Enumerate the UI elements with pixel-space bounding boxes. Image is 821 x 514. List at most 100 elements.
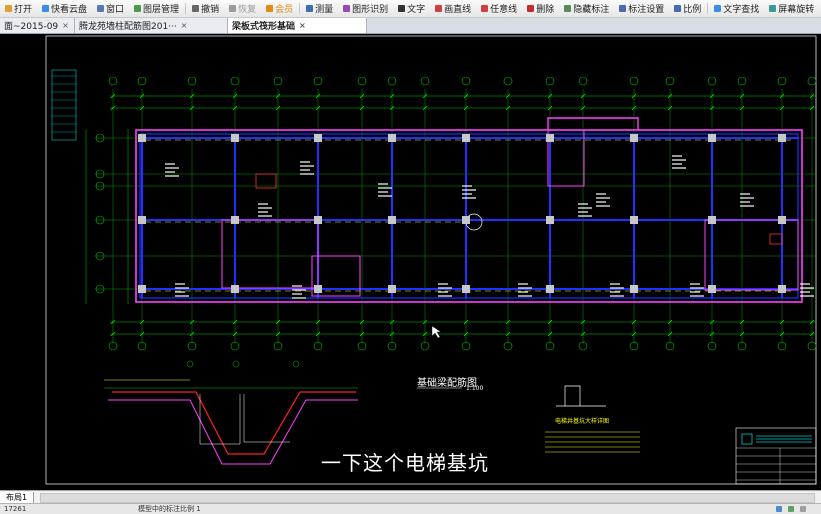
toolbar-button-7[interactable]: 测量: [301, 0, 338, 17]
close-icon[interactable]: ×: [62, 21, 69, 30]
toolbar-button-12[interactable]: 删除: [522, 0, 559, 17]
column: [138, 285, 146, 293]
toolbar-button-10[interactable]: 画直线: [430, 0, 476, 17]
toolbar-button-label: 标注设置: [628, 5, 665, 15]
column: [630, 216, 638, 224]
layers-icon: [134, 5, 142, 12]
toolbar-button-label: 隐藏标注: [573, 5, 610, 15]
tab-document-1[interactable]: 面~2015-09 ×: [0, 18, 75, 33]
axis-bubble: [665, 76, 675, 86]
grid-toggle-icon[interactable]: [776, 506, 782, 512]
shape-recognize-icon: [343, 5, 351, 12]
axis-bubble: [186, 360, 194, 368]
mouse-cursor-icon: [431, 325, 442, 339]
annotation-settings-icon: [619, 5, 627, 12]
column: [630, 285, 638, 293]
close-icon[interactable]: ×: [299, 21, 306, 30]
axis-bubble: [578, 76, 588, 86]
column: [138, 134, 146, 142]
axis-bubble: [420, 76, 430, 86]
toolbar-button-1[interactable]: 快看云盘: [37, 0, 92, 17]
tab-label: 梁板式筏形基础: [232, 22, 296, 32]
axis-bubble: [707, 76, 717, 86]
toolbar-button-0[interactable]: 打开: [0, 0, 37, 17]
column: [388, 216, 396, 224]
toolbar-button-label: 删除: [536, 5, 555, 15]
axis-bubble: [292, 360, 300, 368]
toolbar-button-14[interactable]: 标注设置: [614, 0, 669, 17]
document-tab-bar: 面~2015-09 × 腾龙苑墙柱配筋图201··· × 梁板式筏形基础 ×: [0, 18, 821, 34]
column: [388, 285, 396, 293]
redo-icon: [229, 5, 237, 12]
revision-table: [51, 69, 77, 141]
inner-wall: [704, 219, 799, 291]
hide-annotation-icon: [564, 5, 572, 12]
sheet-border: [45, 35, 817, 485]
toolbar-button-label: 文字: [407, 5, 426, 15]
column: [778, 134, 786, 142]
snap-toggle-icon[interactable]: [788, 506, 794, 512]
tab-label: 腾龙苑墙柱配筋图201···: [79, 22, 177, 32]
company-logo-icon: [741, 433, 753, 445]
drawing-canvas[interactable]: 基础梁配筋图 1:100 电梯井基坑大样详图: [0, 34, 821, 490]
line-icon: [435, 5, 443, 12]
settings-icon[interactable]: [800, 506, 806, 512]
column: [314, 134, 322, 142]
toolbar-button-17[interactable]: 屏幕旋转: [764, 0, 819, 17]
layout-tab[interactable]: 布局1: [0, 491, 35, 504]
toolbar-button-3[interactable]: 图层管理: [129, 0, 184, 17]
toolbar-button-label: 画直线: [444, 5, 472, 15]
rebar-detail: [199, 394, 290, 445]
stair-wall: [547, 117, 639, 130]
axis-bubble: [273, 76, 283, 86]
tab-label: 面~2015-09: [4, 22, 59, 32]
text-search-icon: [714, 5, 722, 12]
foundation-plan: [135, 117, 814, 339]
toolbar-button-label: 打开: [14, 5, 33, 15]
toolbar-button-label: 窗口: [106, 5, 125, 15]
crown-icon: [266, 5, 274, 12]
tab-document-3[interactable]: 梁板式筏形基础 ×: [228, 18, 367, 33]
toolbar-button-13[interactable]: 隐藏标注: [559, 0, 614, 17]
axis-bubble: [108, 76, 118, 86]
toolbar-button-label: 屏幕旋转: [778, 5, 815, 15]
drawing-scale: 1:100: [466, 385, 483, 392]
elevator-pit: [769, 233, 783, 245]
cloud-icon: [42, 5, 50, 12]
cad-drawing[interactable]: 基础梁配筋图 1:100 电梯井基坑大样详图: [0, 34, 821, 490]
column: [630, 134, 638, 142]
tab-document-2[interactable]: 腾龙苑墙柱配筋图201··· ×: [75, 18, 228, 33]
delete-icon: [527, 5, 535, 12]
toolbar-button-label: 任意线: [490, 5, 518, 15]
toolbar-button-15[interactable]: 比例: [669, 0, 706, 17]
column: [314, 285, 322, 293]
close-icon[interactable]: ×: [181, 21, 188, 30]
status-bar: 17261 模型中的标注比例 1: [0, 503, 821, 514]
toolbar-button-9[interactable]: 文字: [393, 0, 430, 17]
toolbar-button-4[interactable]: 撤销: [187, 0, 224, 17]
axis-bubble: [313, 76, 323, 86]
horizontal-scrollbar[interactable]: [40, 492, 815, 503]
toolbar-button-2[interactable]: 窗口: [92, 0, 129, 17]
toolbar-button-5[interactable]: 恢复: [224, 0, 261, 17]
column: [708, 216, 716, 224]
window-icon: [97, 5, 105, 12]
column: [388, 134, 396, 142]
toolbar-button-8[interactable]: 图形识别: [338, 0, 393, 17]
undo-icon: [192, 5, 200, 12]
axis-bubble: [357, 76, 367, 86]
toolbar-button-16[interactable]: 文字查找: [709, 0, 764, 17]
toolbar-separator: [299, 3, 301, 14]
inner-wall: [221, 219, 319, 289]
toolbar-button-11[interactable]: 任意线: [476, 0, 522, 17]
toolbar-button-label: 快看云盘: [51, 5, 88, 15]
column: [708, 134, 716, 142]
column: [708, 285, 716, 293]
layout-tab-bar: 布局1: [0, 490, 821, 504]
axis-bubble: [629, 76, 639, 86]
column: [138, 216, 146, 224]
scale-icon: [674, 5, 682, 12]
column: [546, 285, 554, 293]
toolbar-button-6[interactable]: 会员: [261, 0, 298, 17]
axis-bubble: [777, 76, 787, 86]
